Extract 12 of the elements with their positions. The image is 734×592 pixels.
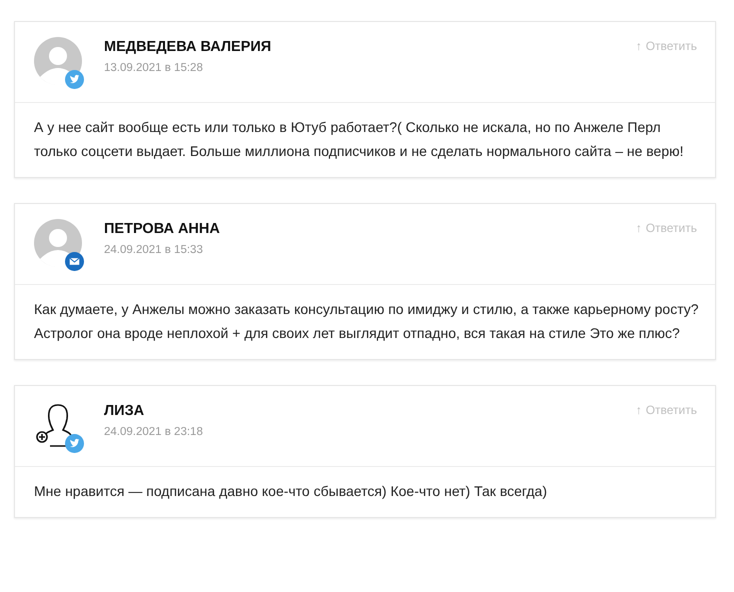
author-name: МЕДВЕДЕВА ВАЛЕРИЯ bbox=[104, 39, 272, 55]
reply-button[interactable]: ↑ Ответить bbox=[636, 221, 697, 235]
comment-date: 24.09.2021 в 15:33 bbox=[104, 244, 204, 256]
comment-text: Мне нравится — подписана давно кое-что сбывается) Кое-что нет) Так всегда) bbox=[33, 482, 548, 501]
reply-button[interactable]: ↑ Ответить bbox=[636, 403, 697, 417]
comment-date: 24.09.2021 в 23:18 bbox=[104, 426, 204, 438]
comment-text: А у нее сайт вообще есть или только в Ютуб работает?( Сколько не искала, но по Анжеле Перл только соцсети выдает. Больше миллиона подписчиков и не сделать нормального сайта – не верю! bbox=[33, 118, 685, 161]
reply-button[interactable]: ↑ Ответить bbox=[636, 39, 697, 53]
comment-date: 13.09.2021 в 15:28 bbox=[104, 62, 204, 74]
author-name: ЛИЗА bbox=[104, 403, 146, 419]
author-name: ПЕТРОВА АННА bbox=[104, 221, 221, 237]
comment-text: Как думаете, у Анжелы можно заказать консультацию по имиджу и стилю, а также карьерному росту? Астролог она вроде неплохой + для своих лет выглядит отпадно, вся такая на стиле Это же плюс? bbox=[33, 300, 700, 343]
